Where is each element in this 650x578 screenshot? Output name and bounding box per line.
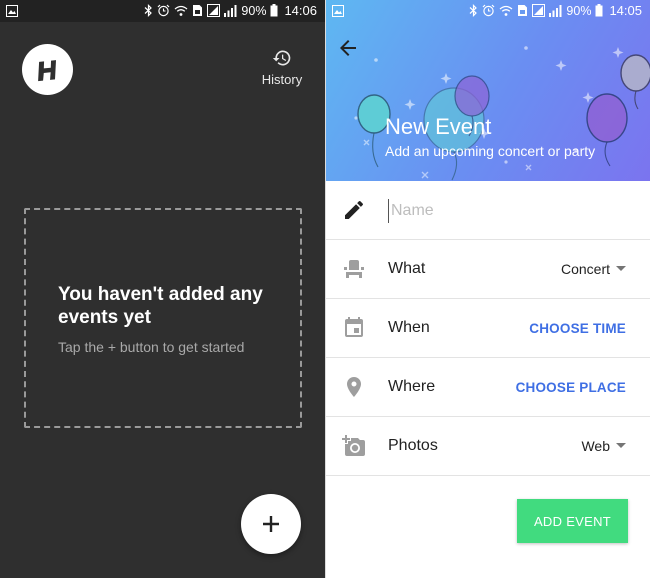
dropdown-arrow-icon <box>616 443 626 448</box>
page-title: New Event <box>385 114 492 139</box>
what-row[interactable]: What Concert <box>326 240 650 299</box>
where-row[interactable]: Where CHOOSE PLACE <box>326 358 650 417</box>
empty-state-subtitle: Tap the + button to get started <box>58 339 245 355</box>
history-icon <box>272 50 291 66</box>
when-row[interactable]: When CHOOSE TIME <box>326 299 650 358</box>
wifi-icon <box>175 5 188 16</box>
place-icon <box>347 377 361 397</box>
status-bar: 90% 14:05 <box>326 0 650 22</box>
when-label: When <box>388 319 430 336</box>
photo-source-dropdown[interactable]: Web <box>581 438 626 454</box>
what-label: What <box>388 260 426 277</box>
battery-icon <box>270 4 278 17</box>
status-time: 14:05 <box>609 3 642 18</box>
where-label: Where <box>388 378 436 395</box>
image-icon <box>332 5 344 17</box>
wifi-icon <box>500 5 513 16</box>
events-list-screen: 90% 14:06 History You haven't added any … <box>0 0 325 578</box>
status-time: 14:06 <box>284 3 317 18</box>
add-event-fab[interactable] <box>241 494 301 554</box>
logo-h-icon <box>37 59 56 81</box>
page-subtitle: Add an upcoming concert or party <box>385 143 596 159</box>
signal-bars-icon <box>549 4 562 17</box>
sim-icon <box>193 5 203 16</box>
bluetooth-icon <box>145 4 153 17</box>
seat-icon <box>344 260 364 278</box>
event-name-input[interactable] <box>388 199 628 223</box>
add-photo-icon <box>342 435 365 456</box>
pencil-icon <box>345 200 364 219</box>
app-logo <box>22 44 73 95</box>
name-row <box>326 181 650 240</box>
battery-percent: 90% <box>566 3 592 18</box>
alarm-icon <box>157 4 170 17</box>
signal-icon <box>532 4 546 17</box>
signal-bars-icon <box>224 4 237 17</box>
calendar-icon <box>345 317 363 337</box>
sim-icon <box>518 5 528 16</box>
back-arrow-icon[interactable] <box>336 36 360 60</box>
event-type-value: Concert <box>560 261 610 277</box>
add-event-button[interactable]: ADD EVENT <box>517 499 628 543</box>
new-event-header: New Event Add an upcoming concert or par… <box>326 0 650 181</box>
battery-icon <box>595 4 603 17</box>
battery-percent: 90% <box>241 3 267 18</box>
empty-state-title: You haven't added any events yet <box>58 284 263 328</box>
photos-row[interactable]: Photos Web <box>326 417 650 476</box>
history-button[interactable]: History <box>257 48 307 87</box>
plus-icon <box>263 516 279 532</box>
image-icon <box>6 5 18 17</box>
status-bar: 90% 14:06 <box>0 0 325 22</box>
signal-icon <box>207 4 221 17</box>
history-label: History <box>261 72 303 87</box>
new-event-screen: New Event Add an upcoming concert or par… <box>326 0 650 578</box>
alarm-icon <box>482 4 495 17</box>
event-type-dropdown[interactable]: Concert <box>561 261 626 277</box>
dropdown-arrow-icon <box>616 266 626 271</box>
photos-label: Photos <box>388 437 438 454</box>
choose-place-button[interactable]: CHOOSE PLACE <box>516 380 626 395</box>
choose-time-button[interactable]: CHOOSE TIME <box>529 321 626 336</box>
photo-source-value: Web <box>581 438 610 454</box>
bluetooth-icon <box>470 4 478 17</box>
